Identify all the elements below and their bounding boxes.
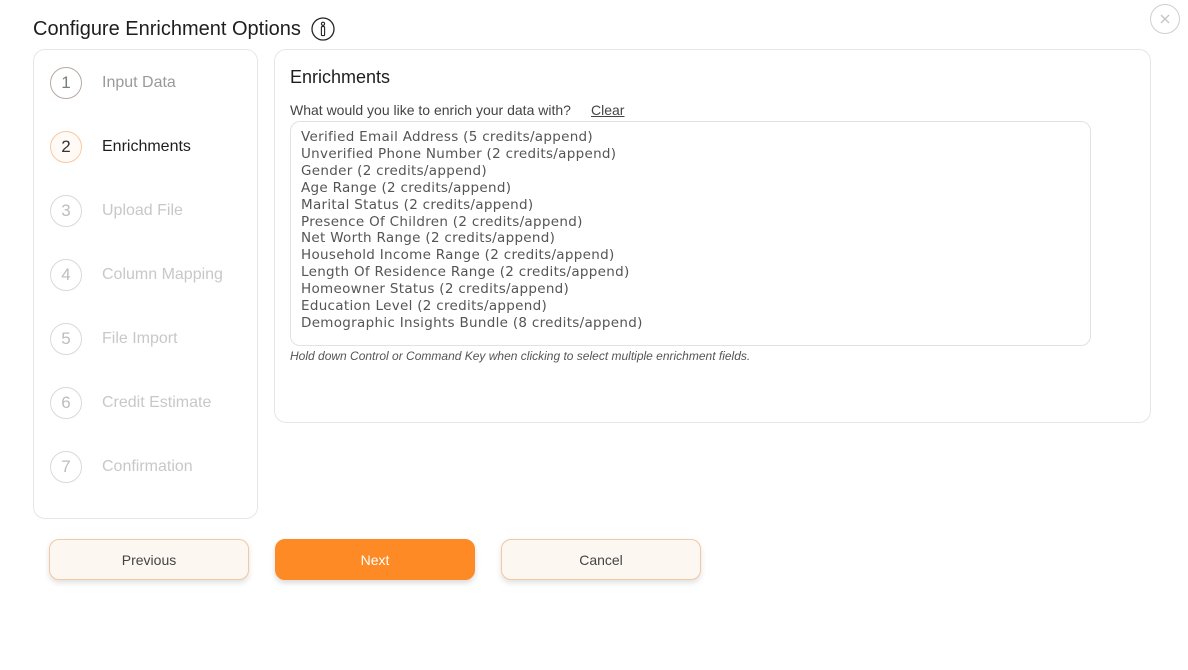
enrichment-option[interactable]: Net Worth Range (2 credits/append) bbox=[301, 230, 1080, 247]
step-column-mapping[interactable]: 4 Column Mapping bbox=[50, 258, 250, 292]
step-label: Column Mapping bbox=[102, 266, 223, 283]
enrichment-multiselect[interactable]: Verified Email Address (5 credits/append… bbox=[290, 121, 1091, 346]
enrichment-option[interactable]: Length Of Residence Range (2 credits/app… bbox=[301, 264, 1080, 281]
section-title: Enrichments bbox=[290, 67, 391, 87]
cancel-button[interactable]: Cancel bbox=[501, 539, 701, 580]
page-title: Configure Enrichment Options bbox=[33, 17, 335, 41]
step-number: 1 bbox=[50, 67, 82, 99]
clear-link[interactable]: Clear bbox=[591, 102, 624, 118]
step-number: 6 bbox=[50, 387, 82, 419]
step-upload-file[interactable]: 3 Upload File bbox=[50, 194, 250, 228]
step-number: 2 bbox=[50, 131, 82, 163]
step-input-data[interactable]: 1 Input Data bbox=[50, 66, 250, 100]
multiselect-hint: Hold down Control or Command Key when cl… bbox=[290, 349, 751, 363]
enrichment-question: What would you like to enrich your data … bbox=[290, 102, 571, 118]
enrichment-option[interactable]: Gender (2 credits/append) bbox=[301, 163, 1080, 180]
step-label: Confirmation bbox=[102, 458, 193, 475]
enrichment-option[interactable]: Marital Status (2 credits/append) bbox=[301, 197, 1080, 214]
close-icon bbox=[1160, 14, 1170, 24]
enrichments-panel: Enrichments What would you like to enric… bbox=[274, 49, 1151, 423]
step-label: Input Data bbox=[102, 74, 176, 91]
enrichment-option[interactable]: Demographic Insights Bundle (8 credits/a… bbox=[301, 315, 1080, 332]
step-label: Enrichments bbox=[102, 138, 191, 155]
enrichment-option[interactable]: Presence Of Children (2 credits/append) bbox=[301, 214, 1080, 231]
wizard-steps: 1 Input Data 2 Enrichments 3 Upload File… bbox=[33, 49, 258, 519]
step-number: 3 bbox=[50, 195, 82, 227]
previous-button[interactable]: Previous bbox=[49, 539, 249, 580]
step-label: Upload File bbox=[102, 202, 183, 219]
step-number: 5 bbox=[50, 323, 82, 355]
step-label: File Import bbox=[102, 330, 178, 347]
page-title-text: Configure Enrichment Options bbox=[33, 17, 301, 40]
step-number: 7 bbox=[50, 451, 82, 483]
next-button[interactable]: Next bbox=[275, 539, 475, 580]
info-icon[interactable] bbox=[311, 17, 335, 41]
step-enrichments[interactable]: 2 Enrichments bbox=[50, 130, 250, 164]
step-label: Credit Estimate bbox=[102, 394, 212, 411]
step-file-import[interactable]: 5 File Import bbox=[50, 322, 250, 356]
enrichment-option[interactable]: Homeowner Status (2 credits/append) bbox=[301, 281, 1080, 298]
enrichment-option[interactable]: Household Income Range (2 credits/append… bbox=[301, 247, 1080, 264]
step-credit-estimate[interactable]: 6 Credit Estimate bbox=[50, 386, 250, 420]
enrichment-option[interactable]: Age Range (2 credits/append) bbox=[301, 180, 1080, 197]
enrichment-option[interactable]: Education Level (2 credits/append) bbox=[301, 298, 1080, 315]
step-number: 4 bbox=[50, 259, 82, 291]
step-confirmation[interactable]: 7 Confirmation bbox=[50, 450, 250, 484]
enrichment-option[interactable]: Verified Email Address (5 credits/append… bbox=[301, 129, 1080, 146]
close-button[interactable] bbox=[1150, 4, 1180, 34]
enrichment-option[interactable]: Unverified Phone Number (2 credits/appen… bbox=[301, 146, 1080, 163]
